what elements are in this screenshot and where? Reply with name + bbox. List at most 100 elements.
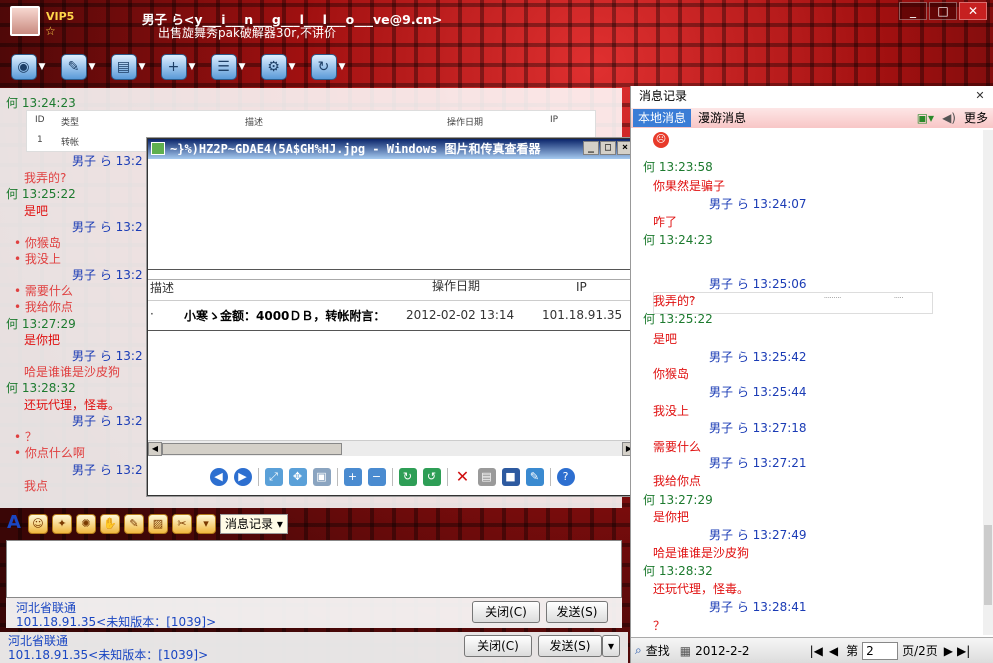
- more-link[interactable]: 更多: [964, 109, 988, 126]
- zoom-out-icon[interactable]: −: [367, 468, 386, 486]
- toolbar-button[interactable]: ▤ ▼: [106, 51, 150, 83]
- history-message-text: 我给你点: [653, 474, 702, 488]
- first-page-icon[interactable]: |◀: [810, 644, 823, 658]
- message-header: 何 13:28:32: [6, 381, 76, 395]
- best-fit-icon[interactable]: ⤢: [264, 468, 283, 486]
- edit-icon[interactable]: ✎: [525, 468, 544, 486]
- send-button[interactable]: 发送(S): [546, 601, 608, 623]
- image-viewer-window[interactable]: ~}%)HZ2P~GDAE4(5A$GH%HJ.jpg - Windows 图片…: [147, 138, 637, 496]
- rotate-clockwise-icon[interactable]: ↻: [398, 468, 417, 486]
- chevron-down-icon[interactable]: ▼: [139, 62, 146, 72]
- delete-icon[interactable]: ✕: [454, 468, 472, 486]
- history-message-header: 男子 ら 13:27:21: [709, 456, 807, 470]
- toolbar-button[interactable]: ⚙ ▼: [256, 51, 300, 83]
- zoom-in-icon[interactable]: +: [343, 468, 362, 486]
- history-message-text: 还玩代理，怪毒。: [653, 582, 750, 596]
- toolbar-button[interactable]: ☰ ▼: [206, 51, 250, 83]
- history-message-header: 何 13:24:23: [643, 233, 713, 247]
- rotate-counterclockwise-icon[interactable]: ↺: [422, 468, 441, 486]
- screenshot-icon[interactable]: ✂: [172, 514, 192, 534]
- emoticon-icon[interactable]: ☺: [28, 514, 48, 534]
- history-title-text: 消息记录: [639, 89, 688, 103]
- history-message-header: 男子 ら 13:28:41: [709, 600, 807, 614]
- message-header: 男子 ら 13:2: [72, 220, 143, 234]
- status-ip-info: 101.18.91.35<未知版本：[1039]>: [8, 648, 209, 662]
- avatar[interactable]: [10, 6, 40, 36]
- previous-page-icon[interactable]: ◀: [829, 644, 838, 658]
- handwriting-icon[interactable]: ✎: [124, 514, 144, 534]
- gesture-icon[interactable]: ✋: [100, 514, 120, 534]
- message-text: 是吧: [24, 204, 49, 218]
- history-message-text: 需要什么: [653, 440, 702, 454]
- save-icon[interactable]: ■: [501, 468, 520, 486]
- toolbar-button[interactable]: ↻ ▼: [306, 51, 350, 83]
- scroll-thumb[interactable]: [162, 443, 342, 455]
- message-text: • ？: [14, 430, 37, 444]
- tab-roaming-messages[interactable]: 漫游消息: [693, 109, 751, 127]
- folder-icon: ▤: [110, 54, 137, 80]
- message-text: • 我给你点: [14, 300, 73, 314]
- viewer-scrollbar[interactable]: ◀ ▶: [148, 440, 636, 456]
- thumb-col-ip: IP: [550, 115, 559, 125]
- history-message-text: 是吧: [653, 332, 678, 346]
- chevron-down-icon[interactable]: ▼: [339, 62, 346, 72]
- viewer-title-bar: ~}%)HZ2P~GDAE4(5A$GH%HJ.jpg - Windows 图片…: [148, 139, 636, 159]
- help-icon[interactable]: ?: [556, 468, 575, 486]
- chevron-down-icon[interactable]: ▼: [39, 62, 46, 72]
- chevron-down-icon[interactable]: ▼: [89, 62, 96, 72]
- image-row-ip: 101.18.91.35: [542, 308, 623, 322]
- message-text: • 你点什么啊: [14, 446, 85, 460]
- next-image-icon[interactable]: ▶: [233, 468, 252, 486]
- chevron-down-icon[interactable]: ▼: [189, 62, 196, 72]
- history-close-icon[interactable]: ✕: [972, 88, 988, 104]
- slideshow-icon[interactable]: ▣: [312, 468, 331, 486]
- message-input[interactable]: [6, 540, 622, 598]
- history-message-header: 男子 ら 13:25:42: [709, 350, 807, 364]
- scroll-left-arrow[interactable]: ◀: [148, 442, 162, 456]
- history-scrollbar[interactable]: [983, 130, 993, 635]
- font-icon[interactable]: A: [4, 514, 24, 534]
- picture-icon: [151, 142, 165, 155]
- image-line: [148, 330, 636, 331]
- close-button[interactable]: ✕: [959, 2, 987, 20]
- calendar-icon[interactable]: ▦: [680, 644, 691, 658]
- message-history-button[interactable]: 消息记录 ▾: [220, 514, 288, 534]
- speaker-icon[interactable]: ◀): [942, 111, 956, 125]
- send-button[interactable]: 发送(S): [538, 635, 602, 657]
- thumb-col-date: 操作日期: [447, 118, 484, 128]
- actual-size-icon[interactable]: ✥: [288, 468, 307, 486]
- search-link[interactable]: 查找: [646, 642, 670, 659]
- shake-icon[interactable]: ✺: [76, 514, 96, 534]
- thumb-row-id: 1: [37, 135, 43, 145]
- previous-image-icon[interactable]: ◀: [209, 468, 228, 486]
- export-icon[interactable]: ▣▾: [917, 111, 934, 125]
- angry-emoticon-icon: ☹: [653, 132, 669, 148]
- page-suffix: 页/2页: [902, 644, 938, 658]
- maximize-button[interactable]: □: [929, 2, 957, 20]
- history-footer: ⌕ 查找 ▦ 2012-2-2 |◀ ◀ 第 页/2页 ▶ ▶|: [631, 637, 993, 663]
- magic-emoticon-icon[interactable]: ✦: [52, 514, 72, 534]
- history-message-text: 我弄的?: [653, 294, 696, 308]
- print-icon[interactable]: ▤: [477, 468, 496, 486]
- image-icon[interactable]: ▨: [148, 514, 168, 534]
- close-chat-button[interactable]: 关闭(C): [472, 601, 540, 623]
- more-tools-icon[interactable]: ▾: [196, 514, 216, 534]
- page-input[interactable]: [862, 641, 899, 660]
- viewer-minimize-button[interactable]: _: [583, 141, 599, 155]
- viewer-maximize-button[interactable]: □: [600, 141, 616, 155]
- close-chat-button[interactable]: 关闭(C): [464, 635, 532, 657]
- search-icon[interactable]: ⌕: [635, 643, 642, 658]
- next-page-icon[interactable]: ▶: [944, 644, 953, 658]
- toolbar-button[interactable]: + ▼: [156, 51, 200, 83]
- status-panel: 河北省联通 101.18.91.35<未知版本：[1039]> 关闭(C) 发送…: [6, 598, 622, 629]
- history-list[interactable]: ☹ · ······ ········· ····· 何 13:23:58 你果然是骗子…: [631, 130, 984, 635]
- chevron-down-icon[interactable]: ▼: [239, 62, 246, 72]
- minimize-button[interactable]: _: [899, 2, 927, 20]
- toolbar-button[interactable]: ✎ ▼: [56, 51, 100, 83]
- last-page-icon[interactable]: ▶|: [957, 644, 970, 658]
- send-options-dropdown[interactable]: ▾: [602, 635, 620, 657]
- chevron-down-icon[interactable]: ▼: [289, 62, 296, 72]
- history-date[interactable]: 2012-2-2: [695, 644, 749, 658]
- tab-local-messages[interactable]: 本地消息: [633, 109, 692, 127]
- toolbar-button[interactable]: ◉ ▼: [6, 51, 50, 83]
